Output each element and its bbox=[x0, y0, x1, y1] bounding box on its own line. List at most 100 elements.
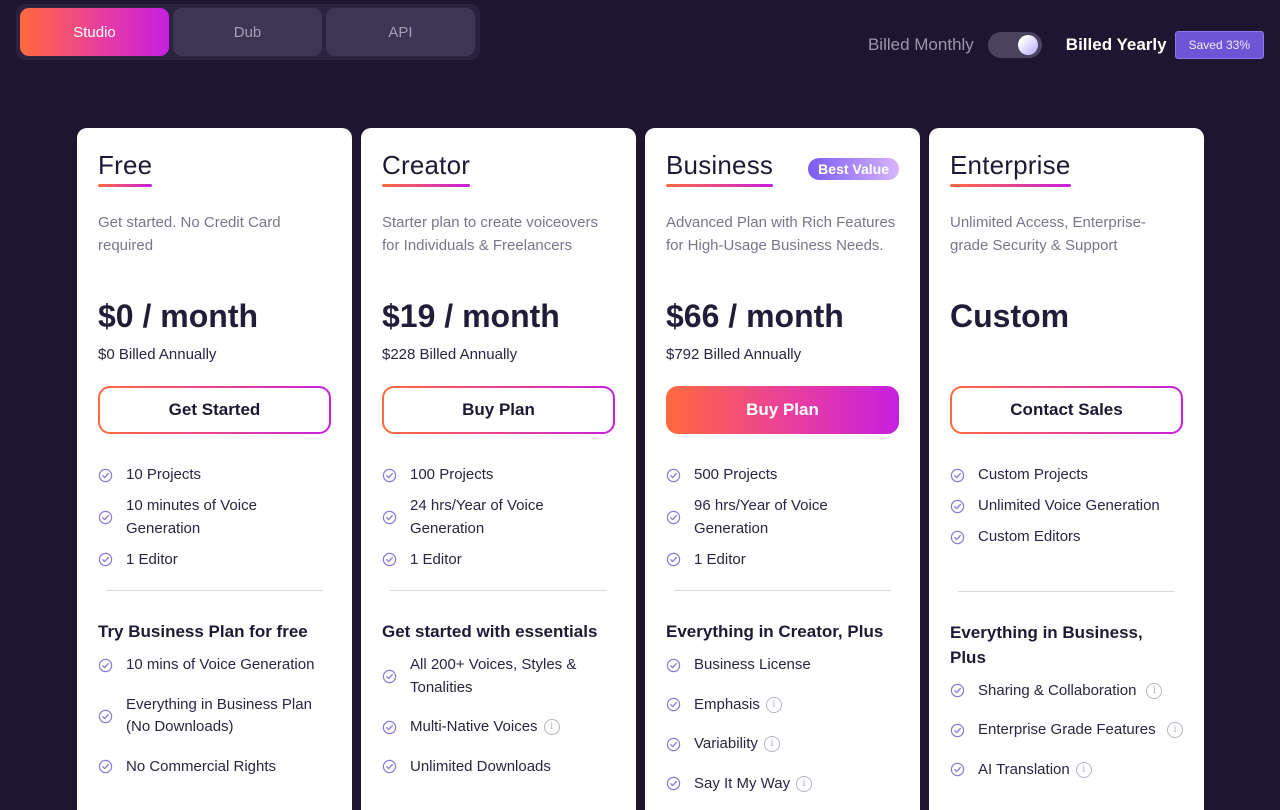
plan-billed: $0 Billed Annually bbox=[98, 346, 217, 363]
info-icon[interactable]: i bbox=[765, 696, 782, 713]
check-circle-icon bbox=[666, 510, 682, 525]
billing-toggle-group: Billed Monthly Billed Yearly Saved 33% bbox=[868, 30, 1264, 60]
toggle-knob bbox=[1017, 35, 1038, 55]
feature-item: 10 minutes of Voice Generation bbox=[98, 495, 331, 540]
extra-item: AI Translation i bbox=[950, 759, 1183, 782]
check-circle-icon bbox=[98, 468, 114, 483]
divider bbox=[674, 590, 891, 591]
plan-card-creator: Creator Starter plan to create voiceover… bbox=[361, 128, 636, 810]
billed-monthly-label[interactable]: Billed Monthly bbox=[868, 35, 974, 55]
divider bbox=[958, 590, 1175, 592]
feature-item: 1 Editor bbox=[666, 549, 899, 572]
tab-studio[interactable]: Studio bbox=[20, 8, 169, 56]
get-started-button[interactable]: Get Started bbox=[98, 386, 331, 434]
extra-list: 10 mins of Voice Generation Everything i… bbox=[98, 654, 331, 778]
info-icon[interactable]: i bbox=[763, 736, 780, 753]
extra-item: Unlimited Downloads bbox=[382, 756, 615, 779]
feature-item: 1 Editor bbox=[382, 549, 615, 572]
feature-list: 500 Projects 96 hrs/Year of Voice Genera… bbox=[666, 464, 899, 571]
plan-billed: $792 Billed Annually bbox=[666, 346, 802, 363]
plan-price: Custom bbox=[950, 298, 1070, 334]
plan-card-business: Business Best Value Advanced Plan with R… bbox=[645, 128, 920, 810]
plan-price: $19 / month bbox=[382, 298, 560, 334]
tab-api[interactable]: API bbox=[326, 8, 475, 56]
plan-description: Unlimited Access, Enterprise-grade Secur… bbox=[950, 214, 1146, 254]
feature-list: Custom Projects Unlimited Voice Generati… bbox=[950, 464, 1183, 549]
plan-description: Advanced Plan with Rich Features for Hig… bbox=[666, 214, 896, 254]
check-circle-icon bbox=[666, 658, 682, 673]
check-circle-icon bbox=[98, 658, 114, 673]
plan-price: $0 / month bbox=[98, 298, 259, 334]
buy-plan-button[interactable]: Buy Plan bbox=[666, 386, 899, 434]
check-circle-icon bbox=[950, 499, 966, 514]
plan-name: Business bbox=[666, 150, 774, 187]
extra-item: All 200+ Voices, Styles & Tonalities bbox=[382, 654, 615, 699]
extra-list: All 200+ Voices, Styles & Tonalities Mul… bbox=[382, 654, 615, 778]
section-title: Everything in Creator, Plus bbox=[666, 622, 884, 641]
info-icon[interactable]: i bbox=[1075, 761, 1092, 778]
plan-name: Free bbox=[98, 150, 153, 187]
plan-price: $66 / month bbox=[666, 298, 844, 334]
section-title: Try Business Plan for free bbox=[98, 622, 308, 641]
feature-item: 96 hrs/Year of Voice Generation bbox=[666, 495, 899, 540]
check-circle-icon bbox=[98, 759, 114, 774]
plan-cards: Free Get started. No Credit Card require… bbox=[77, 128, 1204, 810]
info-icon[interactable]: i bbox=[1146, 682, 1163, 699]
check-circle-icon bbox=[98, 510, 114, 525]
best-value-badge: Best Value bbox=[808, 158, 899, 180]
plan-description: Starter plan to create voiceovers for In… bbox=[382, 214, 598, 254]
info-icon[interactable]: i bbox=[796, 775, 813, 792]
section-title: Get started with essentials bbox=[382, 622, 598, 641]
feature-item: 100 Projects bbox=[382, 464, 615, 487]
check-circle-icon bbox=[382, 669, 398, 684]
feature-list: 10 Projects 10 minutes of Voice Generati… bbox=[98, 464, 331, 571]
divider bbox=[390, 590, 607, 591]
plan-description: Get started. No Credit Card required bbox=[98, 214, 281, 254]
info-icon[interactable]: i bbox=[1167, 722, 1183, 739]
plan-name: Enterprise bbox=[950, 150, 1071, 187]
saved-badge: Saved 33% bbox=[1174, 31, 1264, 59]
plan-billed: $228 Billed Annually bbox=[382, 346, 518, 363]
check-circle-icon bbox=[666, 468, 682, 483]
extra-item: Emphasis i bbox=[666, 694, 899, 717]
check-circle-icon bbox=[950, 683, 966, 698]
plan-name: Creator bbox=[382, 150, 471, 187]
product-tabs: Studio Dub API bbox=[16, 4, 480, 60]
check-circle-icon bbox=[666, 552, 682, 567]
check-circle-icon bbox=[98, 709, 114, 724]
extra-item: No Commercial Rights bbox=[98, 756, 331, 779]
divider bbox=[106, 590, 323, 591]
extra-item: Everything in Business Plan (No Download… bbox=[98, 694, 331, 739]
extra-item: Say It My Way i bbox=[666, 773, 899, 796]
tab-dub[interactable]: Dub bbox=[173, 8, 322, 56]
billed-yearly-label[interactable]: Billed Yearly bbox=[1066, 35, 1167, 55]
check-circle-icon bbox=[666, 776, 682, 791]
extra-item: Multi-Native Voices i bbox=[382, 716, 615, 739]
extra-item: Business License bbox=[666, 654, 899, 677]
check-circle-icon bbox=[382, 510, 398, 525]
check-circle-icon bbox=[950, 468, 966, 483]
extra-list: Business License Emphasis i Variability i … bbox=[666, 654, 899, 795]
billing-toggle[interactable] bbox=[987, 32, 1042, 58]
feature-item: 24 hrs/Year of Voice Generation bbox=[382, 495, 615, 540]
buy-plan-button[interactable]: Buy Plan bbox=[382, 386, 615, 434]
check-circle-icon bbox=[950, 530, 966, 545]
feature-item: Unlimited Voice Generation bbox=[950, 495, 1183, 518]
info-icon[interactable]: i bbox=[543, 719, 560, 736]
plan-card-enterprise: Enterprise Unlimited Access, Enterprise-… bbox=[929, 128, 1204, 810]
feature-item: Custom Editors bbox=[950, 526, 1183, 549]
check-circle-icon bbox=[382, 720, 398, 735]
extra-item: Variability i bbox=[666, 733, 899, 756]
contact-sales-button[interactable]: Contact Sales bbox=[950, 386, 1183, 434]
feature-list: 100 Projects 24 hrs/Year of Voice Genera… bbox=[382, 464, 615, 571]
check-circle-icon bbox=[98, 552, 114, 567]
extra-list: Sharing & Collaboration i Enterprise Grad… bbox=[950, 680, 1183, 782]
plan-billed bbox=[950, 342, 1183, 386]
check-circle-icon bbox=[382, 759, 398, 774]
check-circle-icon bbox=[950, 762, 966, 777]
check-circle-icon bbox=[950, 723, 966, 738]
feature-item: 1 Editor bbox=[98, 549, 331, 572]
extra-item: Sharing & Collaboration i bbox=[950, 680, 1183, 703]
feature-item: Custom Projects bbox=[950, 464, 1183, 487]
plan-card-free: Free Get started. No Credit Card require… bbox=[77, 128, 352, 810]
